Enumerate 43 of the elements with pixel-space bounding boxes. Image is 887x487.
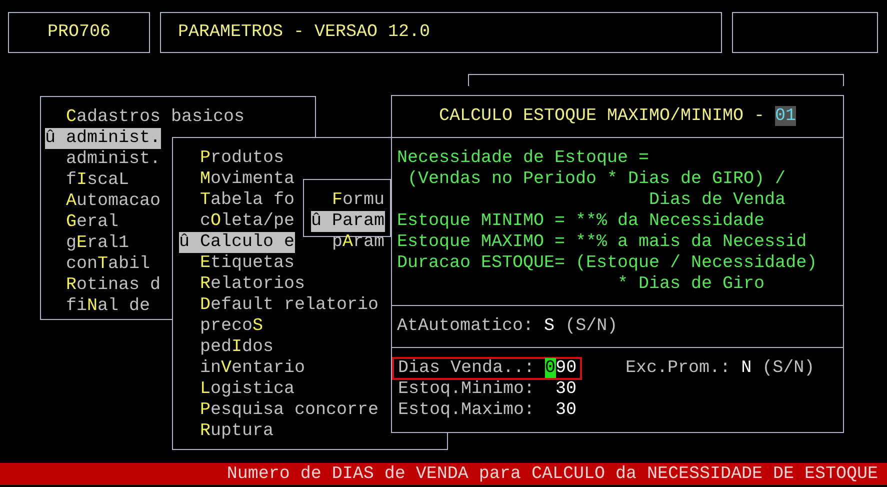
- menu-item[interactable]: Movimenta: [200, 169, 295, 190]
- formula-line: Duracao ESTOQUE= (Estoque / Necessidade): [397, 253, 818, 274]
- formula-line: Estoque MAXIMO = **% a mais da Necessid: [397, 232, 808, 253]
- menu-item[interactable]: inVentario: [200, 358, 306, 379]
- formula-line: * Dias de Giro: [616, 274, 766, 295]
- numeric-field[interactable]: Estoq.Maximo: 30: [392, 399, 582, 422]
- menu-item[interactable]: pedIdos: [200, 337, 274, 358]
- screen-title: PARAMETROS - VERSAO 12.0: [178, 21, 430, 44]
- menu-item[interactable]: Geral: [66, 212, 119, 233]
- formula-line: Necessidade de Estoque =: [397, 148, 650, 169]
- program-code: PRO706: [47, 21, 110, 44]
- menu-item[interactable]: Automacao: [66, 191, 161, 212]
- panel-title: CALCULO ESTOQUE MAXIMO/MINIMO - 01: [438, 105, 796, 128]
- menu-item[interactable]: pAram: [332, 232, 385, 253]
- menu-item[interactable]: Cadastros basicos: [66, 107, 245, 128]
- promo-exclusion-field[interactable]: Exc.Prom.: N (S/N): [626, 355, 815, 382]
- numeric-field[interactable]: Dias Venda..: 090: [392, 357, 582, 380]
- menu-item[interactable]: administ.: [66, 149, 161, 170]
- menu-item[interactable]: Formu: [332, 190, 385, 211]
- menu-item[interactable]: fiNal de: [66, 296, 150, 317]
- formula-line: Estoque MINIMO = **% da Necessidade: [397, 211, 766, 232]
- menu-item[interactable]: Default relatorio: [200, 295, 379, 316]
- menu-item[interactable]: precoS: [200, 316, 264, 337]
- menu-item[interactable]: Tabela fo: [200, 190, 295, 211]
- menu-item[interactable]: Pesquisa concorre: [200, 400, 379, 421]
- menu-item[interactable]: Produtos: [200, 148, 284, 169]
- status-message: Numero de DIAS de VENDA para CALCULO da NECESSIDADE DE ESTOQUE: [226, 462, 878, 486]
- menu-item[interactable]: conTabil: [66, 254, 150, 275]
- menu-item[interactable]: û Calculo e: [179, 232, 295, 253]
- menu-item[interactable]: Etiquetas: [200, 253, 295, 274]
- menu-item[interactable]: Ruptura: [200, 421, 274, 442]
- numeric-field[interactable]: Estoq.Minimo: 30: [392, 378, 582, 401]
- menu-item[interactable]: û administ.: [45, 128, 161, 149]
- formula-line: Dias de Venda: [648, 190, 787, 211]
- menu-item[interactable]: Logistica: [200, 379, 295, 400]
- auto-update-field[interactable]: AtAutomatico: S (S/N): [397, 313, 618, 340]
- menu-item[interactable]: gEral1: [66, 233, 130, 254]
- menu-item[interactable]: Relatorios: [200, 274, 306, 295]
- menu-item[interactable]: û Param: [311, 211, 385, 232]
- menu-item[interactable]: Rotinas d: [66, 275, 161, 296]
- menu-item[interactable]: cOleta/pe: [200, 211, 295, 232]
- menu-item[interactable]: fIscaL: [66, 170, 130, 191]
- formula-line: (Vendas no Periodo * Dias de GIRO) /: [406, 169, 787, 190]
